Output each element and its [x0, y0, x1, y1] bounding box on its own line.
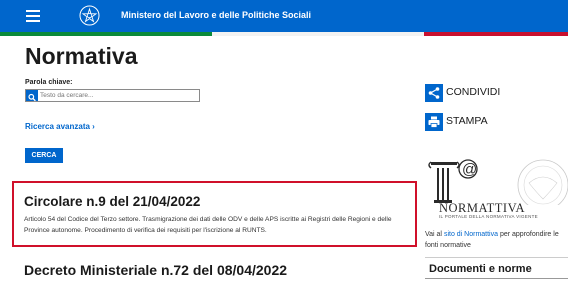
hamburger-icon[interactable]: [26, 10, 40, 22]
top-header-bar: Ministero del Lavoro e delle Politiche S…: [0, 0, 568, 32]
result-description: Articolo 54 del Codice del Terzo settore…: [24, 216, 392, 234]
search-input[interactable]: [40, 90, 198, 101]
advanced-search-label: Ricerca avanzata: [25, 122, 90, 131]
result-title[interactable]: Decreto Ministeriale n.72 del 08/04/2022: [24, 262, 287, 278]
share-label: CONDIVIDI: [446, 86, 501, 98]
heading-underline: [425, 278, 568, 279]
share-icon: [425, 84, 443, 102]
print-icon: [425, 113, 443, 131]
search-submit-button[interactable]: CERCA: [25, 148, 63, 163]
search-field[interactable]: [25, 89, 200, 102]
chevron-right-icon: ›: [92, 122, 95, 131]
normattiva-site-link[interactable]: sito di Normattiva: [444, 231, 498, 238]
documents-heading: Documenti e norme: [429, 263, 532, 275]
result-title[interactable]: Circolare n.9 del 21/04/2022: [24, 194, 200, 209]
normattiva-description: Vai al sito di Normattiva per approfondi…: [425, 229, 568, 251]
ministry-name[interactable]: Ministero del Lavoro e delle Politiche S…: [121, 10, 311, 20]
search-icon: [26, 90, 38, 102]
normattiva-logo-graphic: @: [428, 159, 568, 211]
normattiva-banner[interactable]: @ NORMATTIVA IL PORTALE DELLA NORMATIVA …: [425, 153, 568, 225]
italian-republic-emblem-icon: [79, 5, 100, 26]
sidebar-divider: [425, 257, 568, 258]
page-title: Normativa: [25, 43, 138, 69]
keyword-label: Parola chiave:: [25, 79, 73, 86]
normattiva-text-before: Vai al: [425, 231, 444, 238]
highlighted-result-frame: [12, 181, 417, 247]
svg-text:@: @: [462, 161, 477, 178]
normattiva-logo-subtitle: IL PORTALE DELLA NORMATIVA VIGENTE: [439, 214, 538, 219]
advanced-search-link[interactable]: Ricerca avanzata ›: [25, 122, 95, 131]
tricolor-stripe: [0, 32, 568, 36]
print-label: STAMPA: [446, 115, 488, 127]
